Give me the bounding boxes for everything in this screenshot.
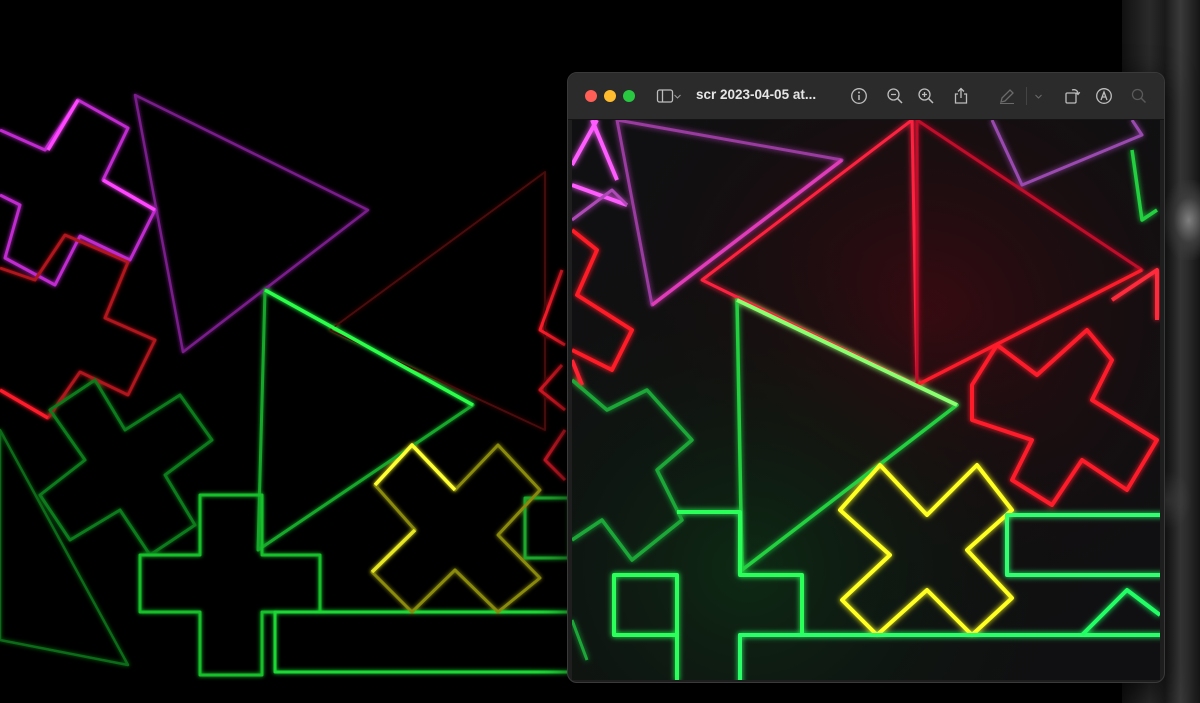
green-triangle [256, 288, 475, 552]
green-plus [138, 493, 322, 677]
annotate-icon[interactable] [1093, 85, 1115, 107]
magenta-cross [0, 98, 157, 287]
green-bar [273, 610, 577, 674]
document-title: scr 2023-04-05 at... [696, 87, 817, 102]
green-triangle-lower [0, 428, 130, 667]
rotate-icon[interactable] [1061, 85, 1083, 107]
markup-pen-icon[interactable] [996, 85, 1018, 107]
share-icon[interactable] [950, 85, 972, 107]
chevron-down-icon[interactable] [671, 85, 683, 107]
title-bar[interactable]: scr 2023-04-05 at... [568, 73, 1164, 120]
markup-chevron-down-icon[interactable] [1032, 85, 1044, 107]
green-cross-left [38, 378, 214, 557]
search-icon[interactable] [1128, 85, 1150, 107]
zoom-button[interactable] [623, 90, 635, 102]
image-canvas[interactable] [572, 120, 1160, 680]
preview-image [572, 120, 1160, 680]
purple-triangle [133, 93, 370, 354]
preview-window[interactable]: scr 2023-04-05 at... [567, 72, 1165, 683]
zoom-out-icon[interactable] [884, 85, 906, 107]
toolbar-separator [1026, 87, 1027, 105]
info-icon[interactable] [848, 85, 870, 107]
zoom-in-icon[interactable] [915, 85, 937, 107]
dark-red-triangle [329, 171, 546, 431]
close-button[interactable] [585, 90, 597, 102]
minimize-button[interactable] [604, 90, 616, 102]
yellow-x [370, 443, 542, 614]
